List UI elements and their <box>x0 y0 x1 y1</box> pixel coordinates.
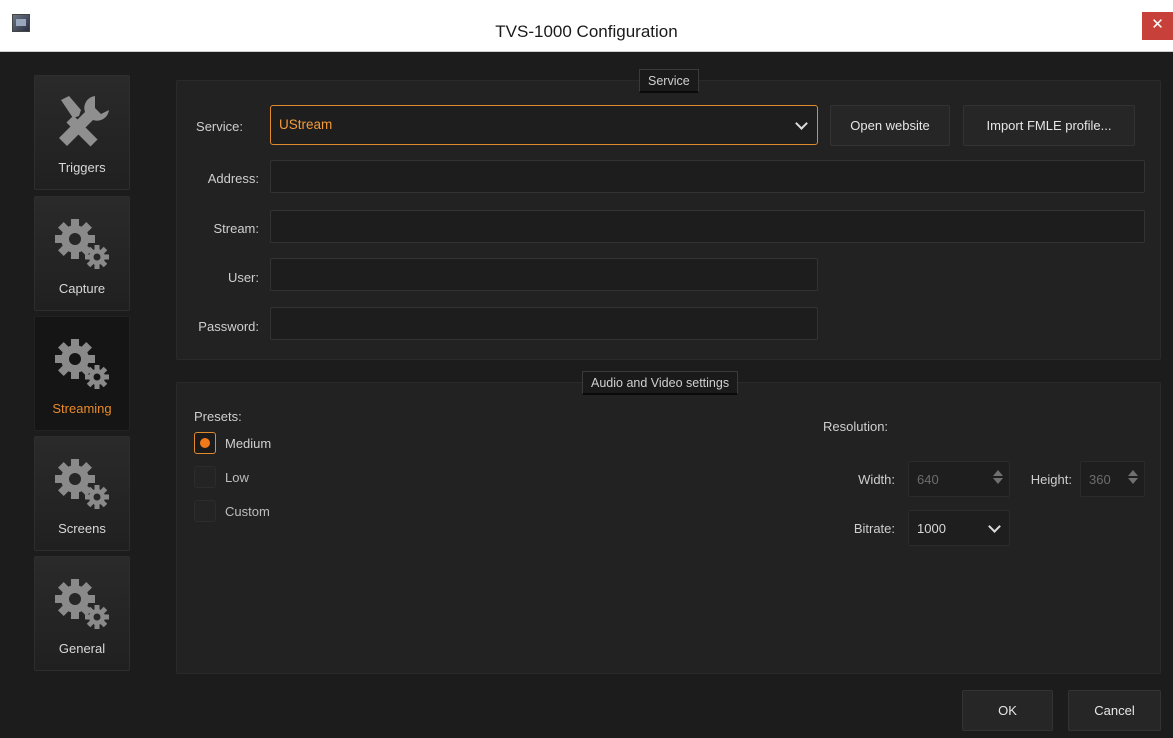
preset-low-radio[interactable] <box>194 466 216 488</box>
gears-icon <box>55 339 109 389</box>
audio-video-group-title: Audio and Video settings <box>582 371 739 395</box>
presets-label: Presets: <box>194 409 242 424</box>
height-spinbox[interactable]: 360 <box>1080 461 1145 497</box>
preset-custom-label[interactable]: Custom <box>225 504 270 519</box>
gears-icon <box>55 219 109 269</box>
preset-medium-label[interactable]: Medium <box>225 436 271 451</box>
sidebar-item-streaming[interactable]: Streaming <box>34 316 130 431</box>
address-label: Address: <box>207 171 259 186</box>
preset-medium-radio[interactable] <box>194 432 216 454</box>
title-bar: TVS-1000 Configuration ✕ <box>0 0 1173 52</box>
width-spinbox[interactable]: 640 <box>908 461 1010 497</box>
height-value: 360 <box>1089 472 1111 487</box>
close-button[interactable]: ✕ <box>1142 12 1173 40</box>
user-field[interactable] <box>270 258 818 291</box>
address-field[interactable] <box>270 160 1145 193</box>
open-website-button[interactable]: Open website <box>830 105 950 146</box>
tools-icon <box>59 96 109 147</box>
sidebar-item-screens[interactable]: Screens <box>34 436 130 551</box>
service-group-title: Service <box>639 69 699 93</box>
bitrate-value: 1000 <box>917 521 946 536</box>
width-value: 640 <box>917 472 939 487</box>
preset-custom-radio[interactable] <box>194 500 216 522</box>
stream-label: Stream: <box>213 221 259 236</box>
sidebar-item-capture[interactable]: Capture <box>34 196 130 311</box>
user-label: User: <box>227 270 259 285</box>
password-label: Password: <box>198 319 259 334</box>
bitrate-select[interactable]: 1000 <box>908 510 1010 546</box>
spin-arrows-icon[interactable] <box>1128 468 1138 490</box>
sidebar-item-label: Triggers <box>58 160 106 175</box>
chevron-down-icon <box>988 520 1001 533</box>
sidebar-item-label: Screens <box>58 521 106 536</box>
bitrate-label: Bitrate: <box>853 521 895 536</box>
sidebar-item-label: Capture <box>58 281 106 296</box>
import-fmle-profile-button[interactable]: Import FMLE profile... <box>963 105 1135 146</box>
height-label: Height: <box>1030 472 1072 487</box>
sidebar-item-general[interactable]: General <box>34 556 130 671</box>
preset-low-label[interactable]: Low <box>225 470 249 485</box>
chevron-down-icon <box>795 117 808 130</box>
gears-icon <box>55 459 109 509</box>
cancel-button[interactable]: Cancel <box>1068 690 1161 731</box>
resolution-label: Resolution: <box>823 419 889 434</box>
stream-field[interactable] <box>270 210 1145 243</box>
width-label: Width: <box>858 472 895 487</box>
sidebar-item-triggers[interactable]: Triggers <box>34 75 130 190</box>
sidebar-item-label: Streaming <box>52 401 112 416</box>
ok-button[interactable]: OK <box>962 690 1053 731</box>
audio-video-group: Audio and Video settings <box>176 371 1161 674</box>
password-field[interactable] <box>270 307 818 340</box>
service-select-value: UStream <box>279 117 333 132</box>
configuration-window: TVS-1000 Configuration ✕ Triggers Captur… <box>0 0 1173 738</box>
spin-arrows-icon[interactable] <box>993 468 1003 490</box>
window-title: TVS-1000 Configuration <box>495 22 678 41</box>
gears-icon <box>55 579 109 629</box>
service-label: Service: <box>196 119 243 134</box>
sidebar-item-label: General <box>58 641 106 656</box>
service-select[interactable]: UStream <box>270 105 818 145</box>
